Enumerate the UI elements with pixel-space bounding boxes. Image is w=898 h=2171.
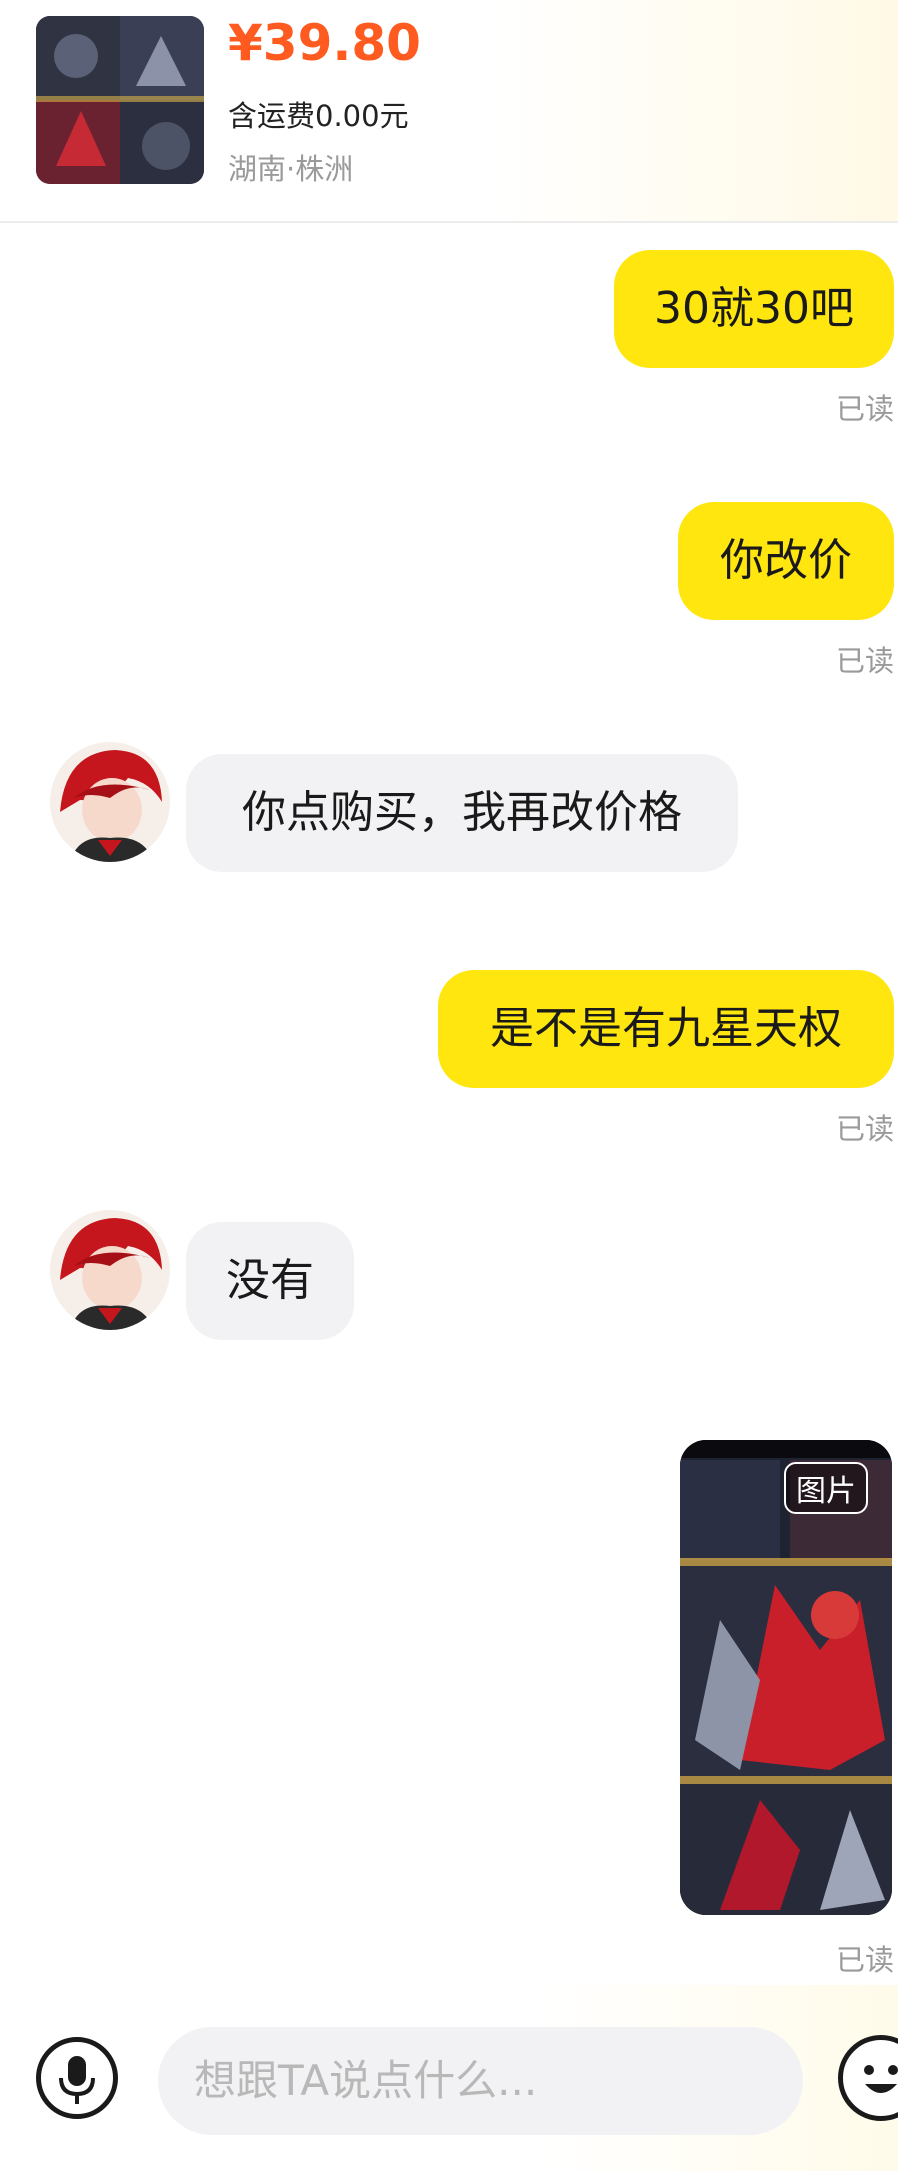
read-status: 已读 [835, 1112, 894, 1146]
voice-button[interactable] [36, 2037, 118, 2119]
read-status: 已读 [835, 644, 894, 678]
shipping-fee: 含运费0.00元 [228, 99, 409, 133]
message-bubble[interactable]: 30就30吧 [614, 250, 894, 368]
message-bubble[interactable]: 你点购买，我再改价格 [186, 754, 738, 872]
emoji-icon [864, 2065, 898, 2093]
read-status: 已读 [835, 392, 894, 426]
read-status: 已读 [835, 1943, 894, 1977]
chat-input-bar: 想跟TA说点什么... [0, 1985, 898, 2171]
product-thumbnail[interactable] [36, 16, 204, 184]
message-input[interactable]: 想跟TA说点什么... [158, 2027, 803, 2135]
emoji-button[interactable] [838, 2035, 898, 2121]
message-outgoing: 你改价 已读 [0, 502, 898, 682]
product-image [36, 16, 204, 184]
message-bubble[interactable]: 是不是有九星天权 [438, 970, 894, 1088]
seller-location: 湖南·株洲 [228, 152, 354, 186]
avatar[interactable] [50, 1210, 170, 1330]
message-incoming: 没有 [0, 1210, 898, 1350]
message-bubble[interactable]: 没有 [186, 1222, 354, 1340]
image-tag: 图片 [784, 1462, 868, 1514]
avatar-image [50, 1210, 170, 1330]
avatar-image [50, 742, 170, 862]
message-bubble[interactable]: 你改价 [678, 502, 894, 620]
image-message[interactable]: 图片 [680, 1440, 892, 1915]
microphone-icon [59, 2056, 95, 2104]
product-card[interactable]: ¥39.80 含运费0.00元 湖南·株洲 [0, 0, 898, 223]
product-price: ¥39.80 [228, 14, 421, 72]
message-incoming: 你点购买，我再改价格 [0, 742, 898, 882]
message-outgoing: 是不是有九星天权 已读 [0, 970, 898, 1150]
avatar[interactable] [50, 742, 170, 862]
message-outgoing: 30就30吧 已读 [0, 250, 898, 430]
